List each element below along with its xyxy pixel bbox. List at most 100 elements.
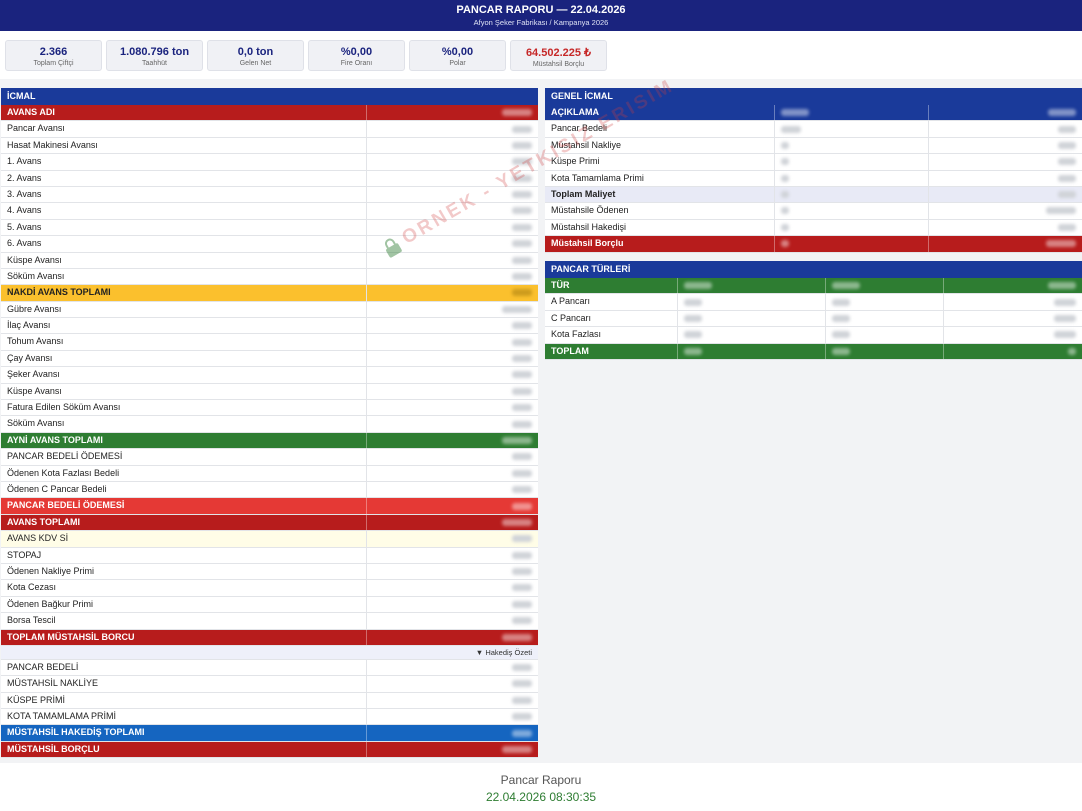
row-value (825, 343, 943, 359)
table-row: Gübre Avansı (1, 301, 538, 319)
row-label: MÜSTAHSİL HAKEDİŞ TOPLAMI (7, 727, 145, 738)
icmal-panel: İCMAL AVANS ADI Pancar Avansı Hasat Maki… (1, 88, 538, 759)
row-value (943, 343, 1082, 359)
row-value (774, 137, 928, 154)
row-value (943, 310, 1082, 327)
row-label: PANCAR BEDELİ ÖDEMESİ (7, 500, 125, 511)
row-label: İlaç Avansı (7, 320, 51, 331)
table-row: Pancar Bedeli (545, 121, 1082, 138)
genel-icmal-panel: GENEL İCMAL AÇIKLAMA Pancar Bedeli Müsta… (545, 88, 1082, 253)
row-label: Toplam Maliyet (551, 188, 616, 199)
row-label: Pancar Avansı (7, 123, 65, 134)
row-value (366, 186, 538, 203)
table-row: Fatura Edilen Söküm Avansı (1, 400, 538, 417)
row-value (774, 186, 928, 203)
table-row: 3. Avans (1, 186, 538, 204)
table-row: Müstahsile Ödenen (545, 203, 1082, 220)
row-label: C Pancarı (551, 312, 592, 323)
table-row: KOTA TAMAMLAMA PRİMİ (1, 709, 538, 726)
stat-card: 0,0 ton Gelen Net (207, 40, 304, 71)
row-value (677, 327, 825, 343)
row-label: TOPLAM (551, 345, 589, 356)
row-label: AVANS TOPLAMI (7, 516, 81, 527)
icmal-header-row: AVANS ADI (1, 105, 538, 122)
header-cell (774, 105, 928, 121)
hakedis-toggle[interactable]: ▼ Hakediş Özeti (1, 645, 538, 660)
table-row: Ödenen C Pancar Bedeli (1, 481, 538, 499)
stat-label: Gelen Net (239, 60, 272, 67)
row-value (774, 170, 928, 186)
row-value (366, 400, 538, 416)
row-label: Müstahsil Hakedişi (551, 221, 627, 232)
header-cell: AVANS ADI (7, 107, 55, 117)
row-label: 1. Avans (7, 156, 42, 167)
stat-value: 64.502.225 ₺ (525, 47, 592, 59)
table-row: Söküm Avansı (1, 416, 538, 433)
row-value (366, 268, 538, 285)
subtotal-row-nakdi: NAKDİ AVANS TOPLAMI (1, 285, 538, 302)
row-value (366, 563, 538, 580)
row-value (943, 294, 1082, 310)
table-row: C Pancarı (545, 310, 1082, 328)
table-row-toplam-maliyet: Toplam Maliyet (545, 186, 1082, 204)
table-row: 1. Avans (1, 154, 538, 171)
row-value (774, 219, 928, 236)
row-label: Söküm Avansı (7, 418, 65, 429)
footer-title: Pancar Raporu (500, 773, 582, 787)
hakedis-toggle-label: Hakediş Özeti (485, 647, 532, 657)
row-value (366, 203, 538, 219)
row-label: Küspe Avansı (7, 385, 62, 396)
row-value (928, 186, 1082, 203)
turler-header-row: TÜR (545, 278, 1082, 295)
turler-total-row: TOPLAM (545, 343, 1082, 360)
header-value (366, 105, 538, 121)
stat-value: 1.080.796 ton (119, 46, 190, 58)
stat-value: %0,00 (340, 46, 373, 58)
row-value (366, 547, 538, 563)
row-value (366, 580, 538, 596)
table-row: AVANS KDV Sİ (1, 531, 538, 548)
stat-card: %0,00 Polar (409, 40, 506, 71)
row-value (928, 121, 1082, 137)
report-title: PANCAR RAPORU — 22.04.2026 (456, 4, 626, 16)
table-row: 2. Avans (1, 170, 538, 187)
stat-label: Polar (449, 60, 466, 67)
row-label: Kota Cezası (7, 582, 57, 593)
row-value (366, 449, 538, 465)
row-label: Borsa Tescil (7, 615, 56, 626)
row-label: Ödenen Nakliye Primi (7, 565, 95, 576)
subtotal-row-avans: AVANS TOPLAMI (1, 514, 538, 532)
row-value (928, 219, 1082, 236)
row-value (943, 327, 1082, 343)
header-cell (825, 278, 943, 294)
stats-bar: 2.366 Toplam Çiftçi 1.080.796 ton Taahhü… (0, 33, 1082, 76)
row-value (366, 121, 538, 137)
row-value (928, 137, 1082, 154)
row-value (366, 531, 538, 547)
row-value (366, 514, 538, 531)
total-row-hakedis: MÜSTAHSİL HAKEDİŞ TOPLAMI (1, 725, 538, 742)
row-value (928, 236, 1082, 252)
row-label: 4. Avans (7, 205, 42, 216)
row-label: 6. Avans (7, 238, 42, 249)
header-cell: TÜR (551, 280, 570, 290)
row-label: Küspe Avansı (7, 254, 62, 265)
table-row: Tohum Avansı (1, 334, 538, 351)
table-row: Küspe Avansı (1, 252, 538, 269)
row-value (366, 659, 538, 676)
row-label: AVANS KDV Sİ (7, 533, 69, 544)
row-value (366, 676, 538, 692)
row-value (366, 596, 538, 613)
row-label: Gübre Avansı (7, 303, 62, 314)
row-label: Müstahsil Borçlu (551, 238, 624, 249)
icmal-title: İCMAL (1, 88, 538, 105)
subtotal-row-pancar-bedeli: PANCAR BEDELİ ÖDEMESİ (1, 498, 538, 515)
row-value (366, 498, 538, 514)
table-row: Küspe Avansı (1, 383, 538, 401)
table-row: Ödenen Nakliye Primi (1, 563, 538, 581)
row-label: Söküm Avansı (7, 270, 65, 281)
table-row: PANCAR BEDELİ ÖDEMESİ (1, 449, 538, 466)
row-value (825, 310, 943, 327)
footer-timestamp: 22.04.2026 08:30:35 (485, 790, 597, 804)
row-value (366, 170, 538, 186)
